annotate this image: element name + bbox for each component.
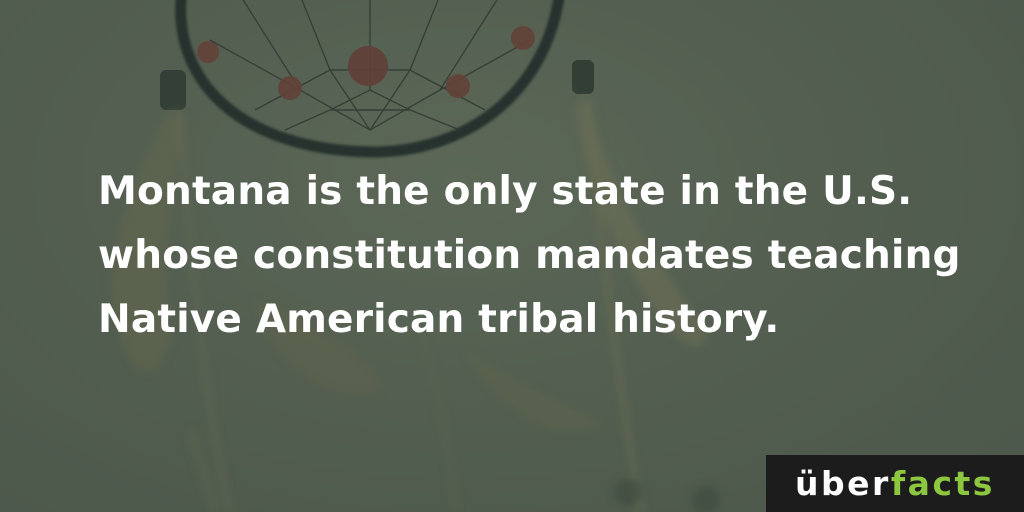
- fact-text: Montana is the only state in the U.S. wh…: [98, 160, 978, 352]
- fact-line: Native American tribal history.: [98, 297, 780, 342]
- fact-line: whose constitution mandates teaching: [98, 233, 961, 278]
- fact-line: Montana is the only state in the U.S.: [98, 169, 913, 214]
- brand-logo-box: überfacts: [766, 455, 1024, 512]
- image-card: Montana is the only state in the U.S. wh…: [0, 0, 1024, 512]
- brand-logo: überfacts: [766, 455, 1024, 512]
- brand-logo-facts: facts: [890, 464, 995, 503]
- brand-logo-uber: über: [795, 464, 891, 503]
